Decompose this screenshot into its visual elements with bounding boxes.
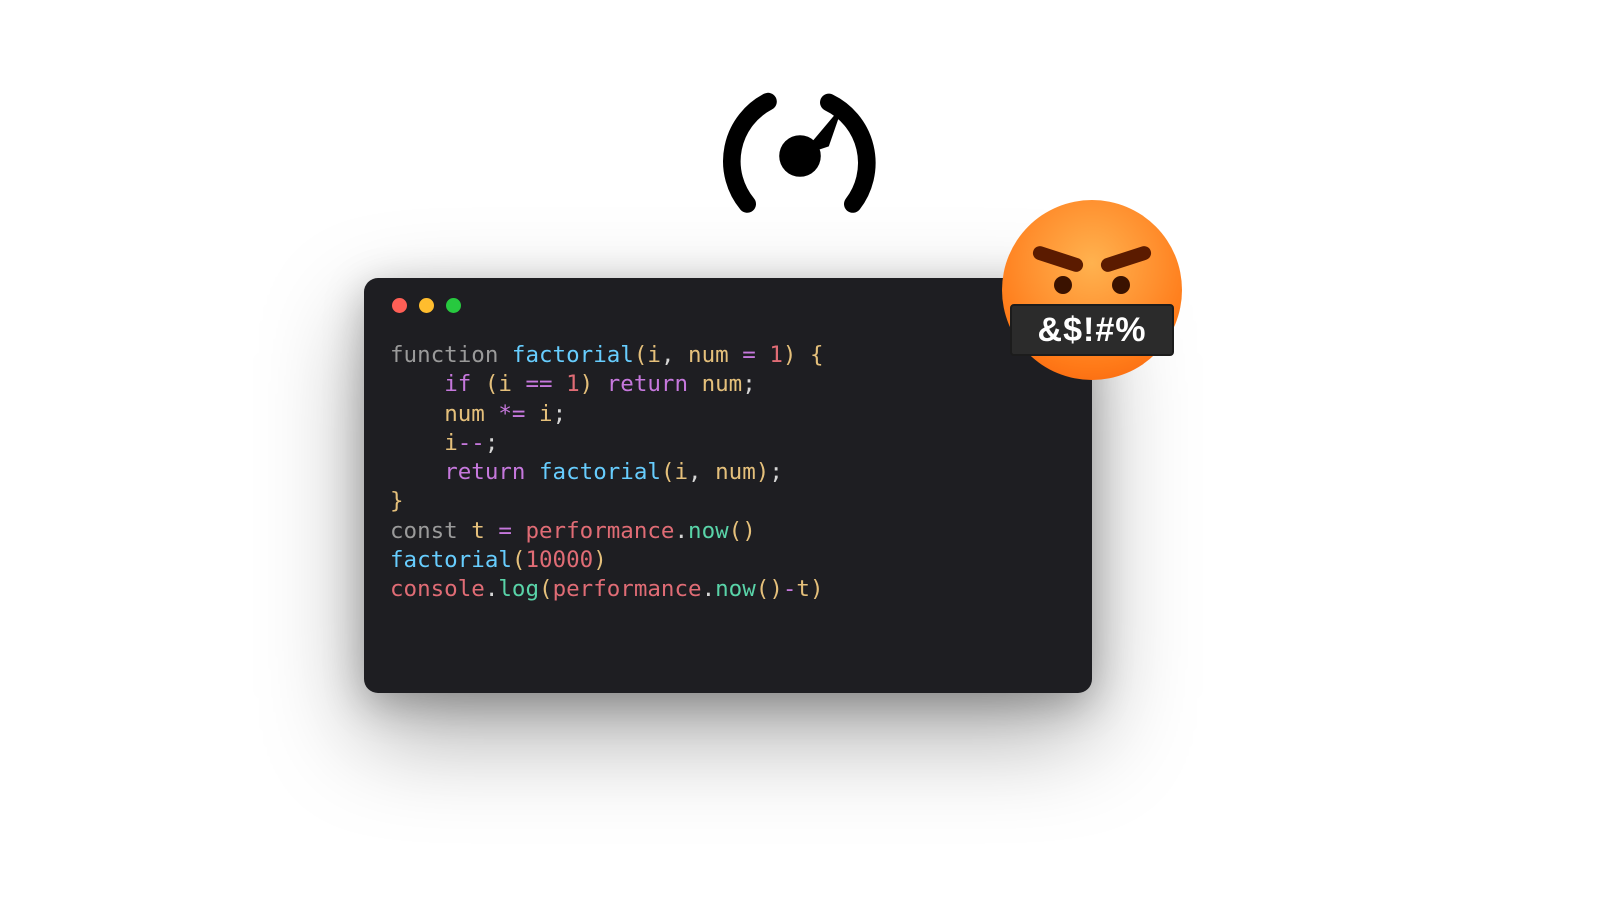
method-log: log [498,576,539,602]
keyword-const: const [390,518,458,544]
emoji-mouth-text: &$!#% [1010,304,1174,356]
var-i: i [444,430,458,456]
number-1: 1 [566,371,580,397]
paren-open: ( [729,518,743,544]
var-i: i [498,371,512,397]
function-name: factorial [390,547,512,573]
semicolon: ; [742,371,756,397]
paren-close: ) [810,576,824,602]
zoom-icon[interactable] [446,298,461,313]
brace-close: } [390,488,404,514]
semicolon: ; [769,459,783,485]
var-i: i [674,459,688,485]
param-i: i [647,342,661,368]
paren-open: ( [756,576,770,602]
emoji-eye-right [1112,276,1130,294]
object-performance: performance [553,576,702,602]
number-1: 1 [769,342,783,368]
object-performance: performance [525,518,674,544]
close-icon[interactable] [392,298,407,313]
operator-minus: - [783,576,797,602]
dot: . [674,518,688,544]
angry-swearing-emoji-icon: &$!#% [1002,200,1182,380]
var-t: t [471,518,485,544]
paren-close: ) [769,576,783,602]
semicolon: ; [553,401,567,427]
speedometer-icon [720,76,880,236]
var-i: i [539,401,553,427]
code-block: function factorial(i, num = 1) { if (i =… [390,341,1066,604]
function-name: factorial [539,459,661,485]
dot: . [485,576,499,602]
paren-close: ) [783,342,797,368]
keyword-return: return [444,459,525,485]
object-console: console [390,576,485,602]
minimize-icon[interactable] [419,298,434,313]
number-10000: 10000 [525,547,593,573]
comma: , [688,459,702,485]
operator-muleq: *= [498,401,525,427]
window-traffic-lights [392,298,1066,313]
operator-assign: = [742,342,756,368]
code-window: function factorial(i, num = 1) { if (i =… [364,278,1092,693]
paren-open: ( [512,547,526,573]
paren-open: ( [634,342,648,368]
var-num: num [702,371,743,397]
method-now: now [688,518,729,544]
operator-decrement: -- [458,430,485,456]
paren-close: ) [593,547,607,573]
method-now: now [715,576,756,602]
function-name: factorial [512,342,634,368]
paren-open: ( [539,576,553,602]
var-t: t [796,576,810,602]
keyword-if: if [444,371,471,397]
paren-open: ( [485,371,499,397]
comma: , [661,342,675,368]
paren-open: ( [661,459,675,485]
operator-eq: == [525,371,552,397]
paren-close: ) [580,371,594,397]
dot: . [702,576,716,602]
brace-open: { [810,342,824,368]
var-num: num [715,459,756,485]
emoji-eye-left [1054,276,1072,294]
paren-close: ) [742,518,756,544]
param-num: num [688,342,729,368]
operator-assign: = [498,518,512,544]
keyword-return: return [607,371,688,397]
semicolon: ; [485,430,499,456]
keyword-function: function [390,342,498,368]
paren-close: ) [756,459,770,485]
var-num: num [444,401,485,427]
